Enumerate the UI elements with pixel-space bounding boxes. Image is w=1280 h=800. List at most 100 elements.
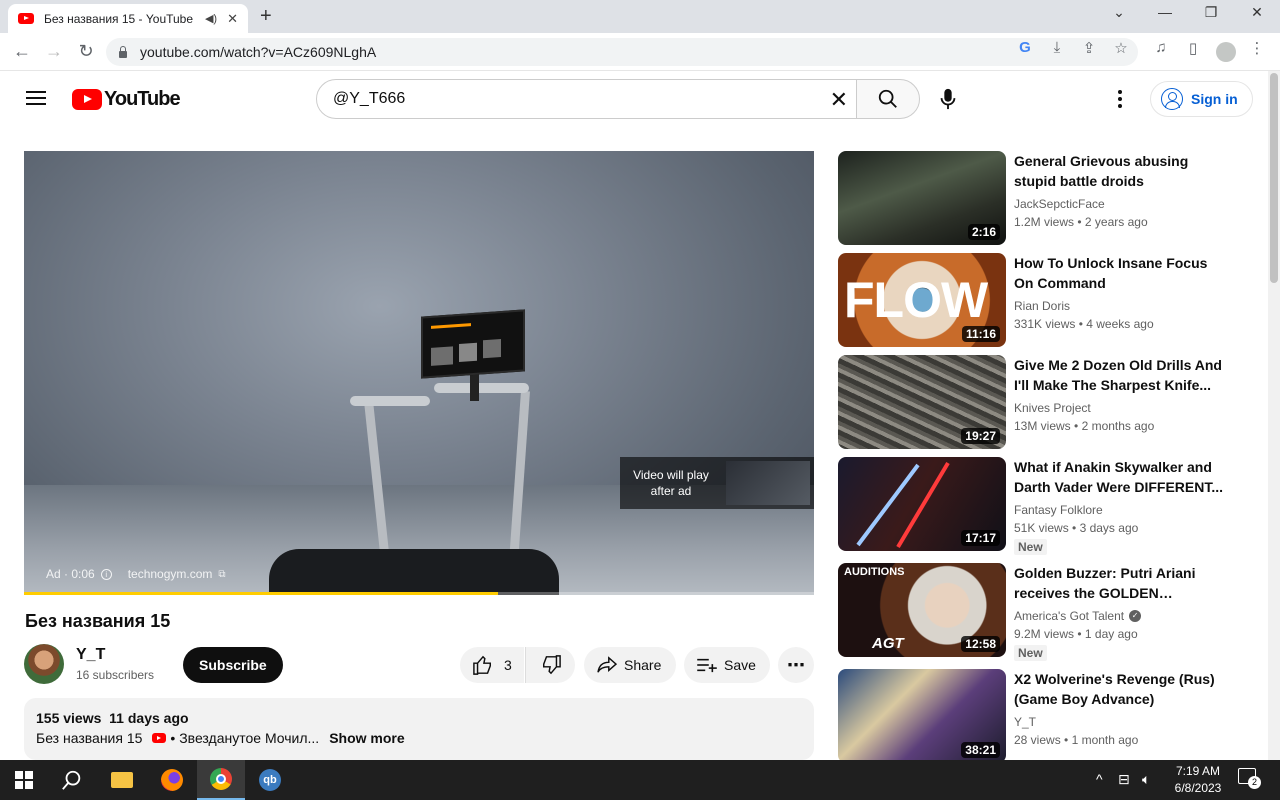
media-control-icon[interactable]: ♫ <box>1150 39 1172 56</box>
sign-in-button[interactable]: Sign in <box>1150 81 1253 117</box>
video-title[interactable]: X2 Wolverine's Revenge (Rus) (Game Boy A… <box>1014 669 1224 709</box>
video-thumbnail[interactable]: AUDITIONS AGT 12:58 <box>838 563 1006 657</box>
video-thumbnail[interactable]: 19:27 <box>838 355 1006 449</box>
close-window-button[interactable]: ✕ <box>1242 4 1272 21</box>
restore-button[interactable]: ❐ <box>1196 4 1226 21</box>
tab-search-icon[interactable]: ⌄ <box>1104 4 1134 21</box>
channel-avatar[interactable] <box>24 644 64 684</box>
recommendation-item[interactable]: 19:27 Give Me 2 Dozen Old Drills And I'l… <box>838 355 1258 449</box>
video-duration: 38:21 <box>961 742 1000 758</box>
recommendation-item[interactable]: AUDITIONS AGT 12:58 Golden Buzzer: Putri… <box>838 563 1258 661</box>
volume-muted-icon[interactable]: 🔈︎ <box>1142 771 1150 788</box>
tab-audio-icon[interactable]: ◀) <box>205 12 217 25</box>
qbittorrent-button[interactable]: qb <box>246 760 294 800</box>
video-title[interactable]: How To Unlock Insane Focus On Command <box>1014 253 1224 293</box>
video-thumbnail[interactable]: FLOW 11:16 <box>838 253 1006 347</box>
address-bar[interactable]: youtube.com/watch?v=ACz609NLghA <box>106 38 1138 66</box>
hamburger-menu-icon[interactable] <box>26 91 46 105</box>
video-title[interactable]: Give Me 2 Dozen Old Drills And I'll Make… <box>1014 355 1224 395</box>
channel-name[interactable]: JackSepcticFace <box>1014 197 1224 211</box>
video-player[interactable]: Video will play after ad Ad · 0:06 i tec… <box>24 151 814 595</box>
account-icon <box>1161 88 1183 110</box>
ad-progress-bar[interactable] <box>24 592 814 595</box>
like-button[interactable]: 3 <box>460 647 524 683</box>
windows-logo-icon <box>15 771 33 789</box>
file-explorer-button[interactable] <box>98 760 146 800</box>
install-app-icon[interactable]: ⤓ <box>1046 39 1068 56</box>
notifications-button[interactable]: 2 <box>1238 768 1261 789</box>
more-actions-button[interactable]: ⋯ <box>778 647 814 683</box>
video-title[interactable]: What if Anakin Skywalker and Darth Vader… <box>1014 457 1224 497</box>
recommendation-item[interactable]: 2:16 General Grievous abusing stupid bat… <box>838 151 1258 245</box>
video-title[interactable]: General Grievous abusing stupid battle d… <box>1014 151 1224 191</box>
voice-search-button[interactable] <box>930 81 966 117</box>
qbittorrent-icon: qb <box>259 769 281 791</box>
recommendation-item[interactable]: FLOW 11:16 How To Unlock Insane Focus On… <box>838 253 1258 347</box>
settings-menu-icon[interactable] <box>1110 87 1130 111</box>
search-icon <box>62 770 81 790</box>
show-more-button[interactable]: Show more <box>329 730 404 746</box>
channel-name[interactable]: Rian Doris <box>1014 299 1224 313</box>
windows-taskbar: qb ^ ⊟ 🔈︎ 7:19 AM 6/8/2023 2 <box>0 760 1280 800</box>
taskbar-search-button[interactable] <box>48 760 96 800</box>
google-translate-icon[interactable]: G <box>1014 39 1036 56</box>
description-box[interactable]: 155 views 11 days ago Без названия 15 • … <box>24 698 814 760</box>
search-button[interactable] <box>856 79 920 119</box>
notification-icon: 2 <box>1238 768 1261 789</box>
network-icon[interactable]: ⊟ <box>1118 771 1130 788</box>
youtube-link-icon <box>152 733 167 743</box>
sign-in-label: Sign in <box>1191 91 1238 107</box>
description-link[interactable]: • Звезданутое Мочил... <box>170 730 319 746</box>
show-hidden-icons[interactable]: ^ <box>1096 771 1103 787</box>
video-title[interactable]: Golden Buzzer: Putri Ariani receives the… <box>1014 563 1224 603</box>
reload-icon[interactable]: ↻ <box>74 41 98 62</box>
url-text[interactable]: youtube.com/watch?v=ACz609NLghA <box>140 44 376 60</box>
new-tab-button[interactable]: + <box>260 5 272 28</box>
advertiser-link[interactable]: technogym.com <box>128 567 213 581</box>
video-duration: 19:27 <box>961 428 1000 444</box>
scrollbar-thumb[interactable] <box>1270 73 1278 283</box>
dislike-button[interactable] <box>525 647 575 683</box>
next-video-text: Video will play after ad <box>633 468 709 498</box>
ad-info-icon[interactable]: i <box>100 568 112 580</box>
channel-name[interactable]: Y_T <box>76 646 105 664</box>
channel-name[interactable]: Y_T <box>1014 715 1224 729</box>
clear-search-icon[interactable]: ✕ <box>830 87 848 113</box>
chrome-button[interactable] <box>197 760 245 800</box>
share-page-icon[interactable]: ⇪ <box>1078 39 1100 57</box>
channel-name[interactable]: Knives Project <box>1014 401 1224 415</box>
youtube-logo[interactable]: YouTube <box>72 88 181 111</box>
system-clock[interactable]: 7:19 AM 6/8/2023 <box>1166 763 1230 797</box>
youtube-favicon-icon <box>18 13 34 24</box>
start-button[interactable] <box>0 760 48 800</box>
chrome-menu-icon[interactable]: ⋮ <box>1246 39 1268 57</box>
browser-tab[interactable]: Без названия 15 - YouTube ◀) ✕ <box>8 4 248 33</box>
video-thumbnail[interactable]: 2:16 <box>838 151 1006 245</box>
share-button[interactable]: Share <box>584 647 676 683</box>
subscribe-button[interactable]: Subscribe <box>183 647 283 683</box>
video-stats: 331K views • 4 weeks ago <box>1014 317 1154 331</box>
video-stats: 9.2M views • 1 day ago <box>1014 627 1138 641</box>
side-panel-icon[interactable]: ▯ <box>1182 39 1204 57</box>
back-icon[interactable]: ← <box>10 41 34 62</box>
external-link-icon[interactable]: ⧉ <box>218 569 225 580</box>
video-thumbnail[interactable]: 17:17 <box>838 457 1006 551</box>
forward-icon[interactable]: → <box>42 41 66 62</box>
minimize-button[interactable]: — <box>1150 4 1180 20</box>
video-will-play-after-ad[interactable]: Video will play after ad <box>620 457 814 509</box>
channel-name[interactable]: Fantasy Folklore <box>1014 503 1224 517</box>
search-input[interactable] <box>333 90 813 108</box>
recommendation-item[interactable]: 17:17 What if Anakin Skywalker and Darth… <box>838 457 1258 555</box>
lock-icon[interactable] <box>118 46 128 58</box>
page-scrollbar[interactable] <box>1268 71 1280 760</box>
save-button[interactable]: Save <box>684 647 770 683</box>
folder-icon <box>111 772 133 788</box>
tab-close-icon[interactable]: ✕ <box>227 11 238 27</box>
bookmark-star-icon[interactable]: ☆ <box>1110 39 1132 57</box>
video-thumbnail[interactable]: 38:21 <box>838 669 1006 760</box>
firefox-button[interactable] <box>148 760 196 800</box>
profile-avatar-icon[interactable] <box>1216 42 1236 62</box>
channel-name[interactable]: America's Got Talent ✓ <box>1014 609 1224 623</box>
recommendation-item[interactable]: 38:21 X2 Wolverine's Revenge (Rus) (Game… <box>838 669 1258 760</box>
clock-time: 7:19 AM <box>1175 764 1221 778</box>
